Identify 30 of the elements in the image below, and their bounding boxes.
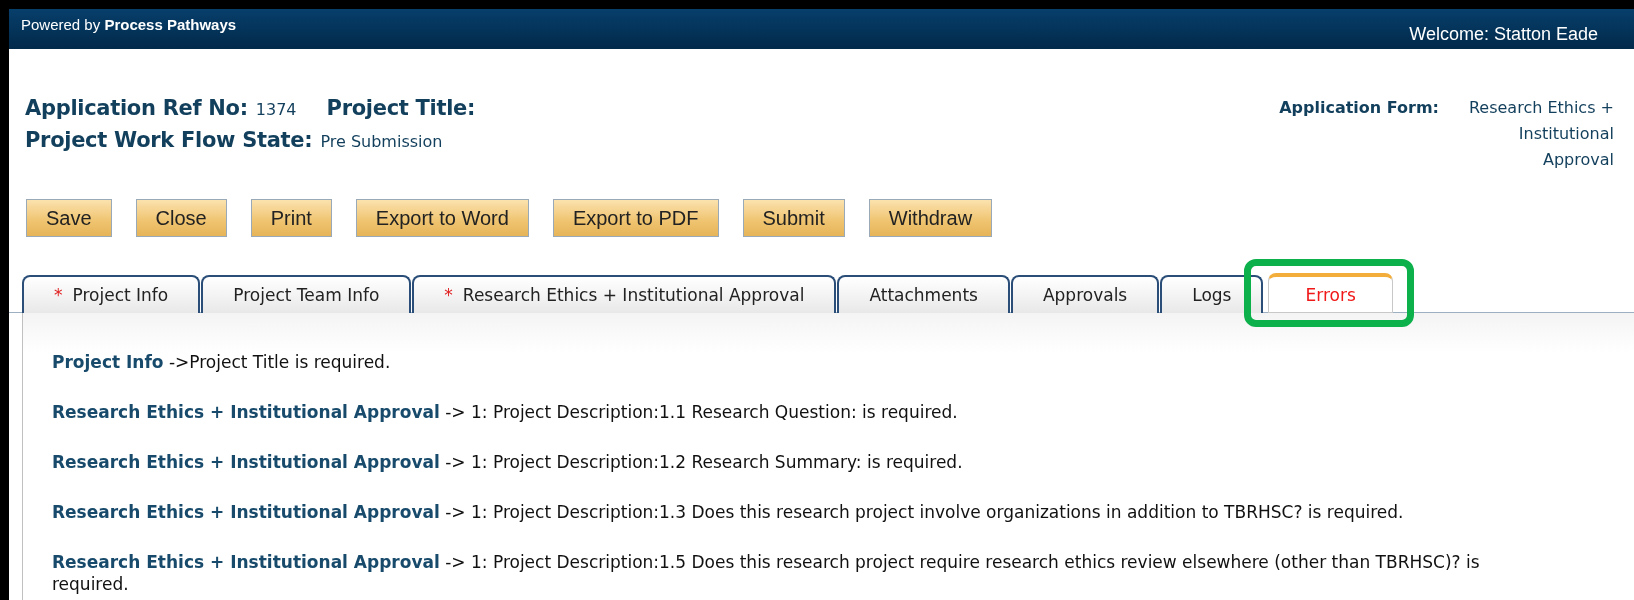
tab[interactable]: Attachments: [837, 275, 1010, 313]
tab[interactable]: Project Team Info: [201, 275, 412, 313]
toolbar-button[interactable]: Close: [135, 199, 227, 237]
tab[interactable]: Logs: [1160, 275, 1264, 313]
welcome-text: Welcome: Statton Eade: [1409, 23, 1598, 45]
error-message: Research Ethics + Institutional Approval -> 1: Project Description:1.5 Does this research project require research ethics review elsewhere (other than TBRHSC)? is required.: [52, 551, 1481, 595]
tab[interactable]: Errors: [1268, 273, 1393, 313]
required-mark: *: [444, 285, 453, 305]
field-value: 1374: [255, 99, 297, 121]
field-label: Application Ref No:: [25, 95, 248, 122]
field-label: Application Form:: [1279, 97, 1439, 119]
toolbar-button[interactable]: Save: [26, 199, 112, 237]
powered-by-text: Powered by Process Pathways: [21, 15, 237, 33]
tab[interactable]: * Research Ethics + Institutional Approval: [412, 275, 837, 313]
tab[interactable]: * Project Info: [22, 275, 201, 313]
field-value: Pre Submission: [320, 131, 443, 153]
error-message: Research Ethics + Institutional Approval -> 1: Project Description:1.2 Research Summary: is required.: [52, 451, 964, 473]
tab[interactable]: Approvals: [1010, 275, 1160, 313]
toolbar-button[interactable]: Export to PDF: [552, 199, 719, 237]
field-value: Research Ethics + Institutional Approval: [1467, 97, 1614, 171]
error-message: Project Info ->Project Title is required.: [52, 351, 392, 373]
toolbar-button[interactable]: Print: [250, 199, 332, 237]
toolbar-button[interactable]: Submit: [742, 199, 845, 237]
error-message: Research Ethics + Institutional Approval -> 1: Project Description:1.1 Research Question: is required.: [52, 401, 959, 423]
field-label: Project Work Flow State:: [25, 127, 313, 154]
required-mark: *: [54, 285, 63, 305]
toolbar-button[interactable]: Withdraw: [868, 199, 993, 237]
field-label: Project Title:: [326, 95, 476, 122]
error-message: Research Ethics + Institutional Approval -> 1: Project Description:1.3 Does this research project involve organizations in addition to TBRHSC? is required.: [52, 501, 1405, 523]
toolbar-button[interactable]: Export to Word: [355, 199, 529, 237]
